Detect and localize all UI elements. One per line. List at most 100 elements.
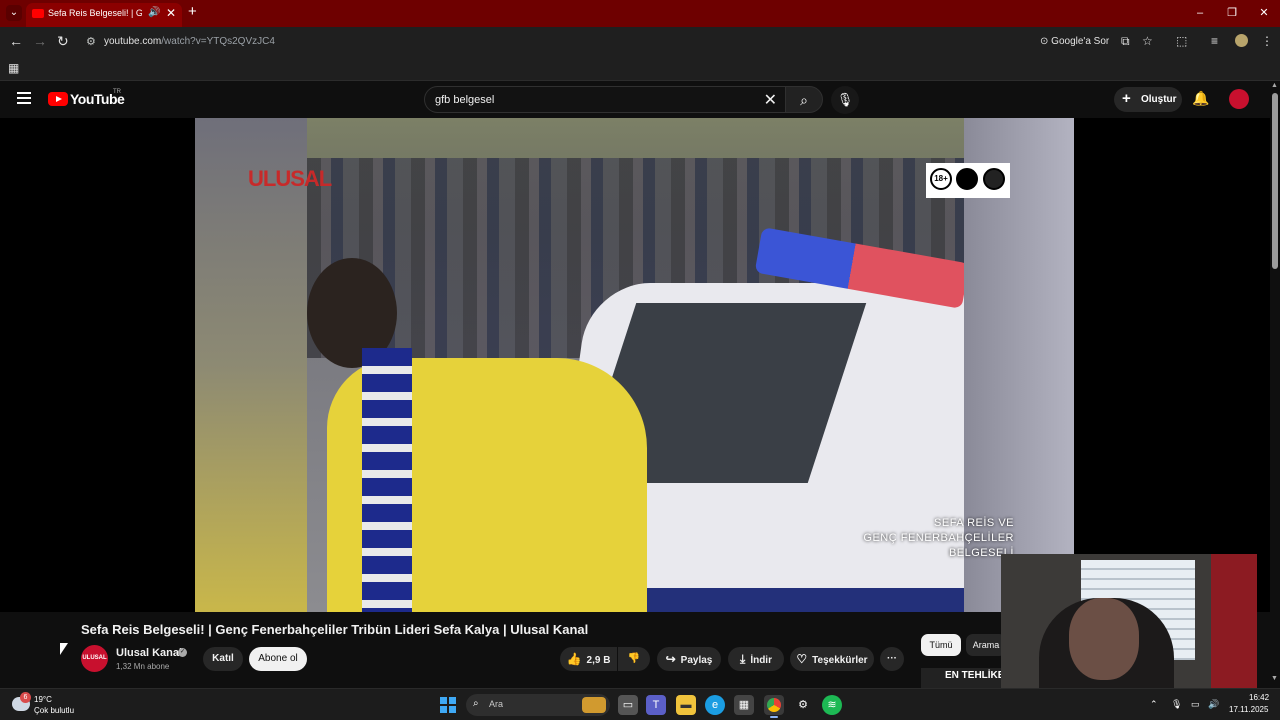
bookmark-star-icon[interactable]: ☆	[1142, 34, 1153, 48]
thanks-heart-icon: ♡	[796, 652, 808, 666]
weather-temperature[interactable]: 19°C	[34, 695, 52, 704]
video-blur-left	[195, 118, 307, 612]
google-lens-label: Google'a Sor	[1051, 36, 1110, 47]
google-lens-button[interactable]: ⊙ Google'a Sor	[1040, 36, 1109, 47]
chrome-icon[interactable]	[764, 695, 784, 718]
edge-icon[interactable]: e	[705, 695, 725, 715]
store-icon[interactable]: ▦	[734, 695, 754, 715]
video-title: Sefa Reis Belgeseli! | Genç Fenerbahçeli…	[81, 622, 589, 637]
search-query[interactable]: gfb belgesel	[435, 94, 494, 106]
tray-overflow-icon[interactable]: ⌃	[1150, 699, 1158, 710]
no-entry-icon	[956, 168, 978, 190]
tab-close-icon[interactable]: ✕	[166, 6, 176, 20]
webcam-person-head	[1069, 598, 1139, 680]
browser-tab-strip: ⌄ Sefa Reis Belgeseli! | Genç F 🔊 ✕ + – …	[0, 0, 1280, 27]
youtube-favicon-icon	[32, 9, 44, 18]
file-explorer-icon[interactable]: ▬	[676, 695, 696, 715]
subscriber-count: 1,32 Mn abone	[116, 662, 170, 671]
like-button[interactable]: 👍 2,9 B	[560, 647, 617, 671]
cast-icon[interactable]: ⧉	[1121, 34, 1130, 49]
minimize-button[interactable]: –	[1184, 0, 1216, 27]
bookmarks-bar: ▦	[0, 57, 1280, 81]
video-player[interactable]: ULUSAL 18+ SEFA REİS VE GENÇ FENERBAHÇEL…	[0, 118, 1270, 612]
share-label: Paylaş	[680, 655, 713, 666]
violence-icon	[983, 168, 1005, 190]
tab-search-menu-icon[interactable]: ⌄	[6, 5, 22, 21]
weather-description[interactable]: Çok bulutlu	[34, 706, 74, 715]
search-button[interactable]: ⌕	[785, 86, 823, 113]
browser-menu-icon[interactable]: ⋮	[1261, 34, 1273, 48]
apps-grid-icon[interactable]: ▦	[8, 61, 19, 75]
thumbs-up-icon: 👍	[566, 652, 582, 666]
mouse-cursor-icon	[60, 643, 68, 655]
account-avatar[interactable]	[1229, 89, 1249, 109]
content-rating-icons: 18+	[926, 163, 1010, 198]
webcam-overlay	[1001, 554, 1257, 700]
reload-icon[interactable]: ↻	[57, 33, 69, 50]
fan-scarf	[362, 348, 412, 612]
channel-name[interactable]: Ulusal Kanal	[116, 647, 182, 659]
steam-icon[interactable]: ⚙	[793, 695, 813, 715]
youtube-logo-icon[interactable]	[48, 92, 68, 106]
tray-mic-icon[interactable]: 🎙	[1171, 699, 1182, 710]
scroll-up-icon[interactable]: ▲	[1271, 82, 1278, 89]
thanks-label: Teşekkürler	[812, 655, 868, 666]
chip-all[interactable]: Tümü	[921, 634, 961, 656]
spotify-icon[interactable]: ≋	[822, 695, 842, 715]
recommended-video-title: EN TEHLİKE	[945, 670, 1003, 681]
clock-time[interactable]: 16:42	[1249, 693, 1269, 702]
tray-network-icon[interactable]: ▭	[1191, 699, 1200, 710]
channel-watermark: ULUSAL	[248, 166, 332, 191]
join-button[interactable]: Katıl	[203, 647, 243, 671]
police-car-stripe	[637, 588, 964, 612]
forward-icon[interactable]: →	[33, 33, 47, 49]
scroll-down-icon[interactable]: ▼	[1271, 675, 1278, 682]
scrollbar-thumb[interactable]	[1272, 93, 1278, 269]
teams-icon[interactable]: T	[646, 695, 666, 715]
voice-search-button[interactable]: 🎙	[831, 86, 859, 114]
url-text[interactable]: youtube.com/watch?v=YTQs2QVzJC4	[104, 36, 275, 47]
dislike-button[interactable]: 👎	[618, 647, 650, 671]
recommended-video-thumbnail[interactable]: EN TEHLİKE	[921, 668, 1003, 688]
video-overlay-title: SEFA REİS VE GENÇ FENERBAHÇELİLER BELGES…	[820, 516, 1014, 561]
new-tab-button[interactable]: +	[188, 3, 197, 20]
webcam-flag	[1211, 554, 1257, 700]
youtube-masthead: YouTube TR gfb belgesel ✕ ⌕ 🎙 + Oluştur …	[0, 81, 1270, 118]
browser-toolbar: ← → ↻ ⚙ youtube.com/watch?v=YTQs2QVzJC4 …	[0, 27, 1280, 57]
chip-search[interactable]: Arama	[966, 634, 1006, 656]
download-label: İndir	[750, 655, 772, 666]
clock-date[interactable]: 17.11.2025	[1229, 705, 1268, 714]
task-view-icon[interactable]: ▭	[618, 695, 638, 715]
start-button[interactable]	[440, 697, 456, 713]
subscribe-button[interactable]: Abone ol	[249, 647, 307, 671]
create-button[interactable]: + Oluştur	[1114, 87, 1182, 112]
country-code: TR	[113, 89, 121, 95]
search-input[interactable]: gfb belgesel ✕	[424, 86, 786, 113]
guide-menu-icon[interactable]	[17, 92, 31, 104]
tab-audio-icon[interactable]: 🔊	[148, 7, 160, 18]
clear-search-icon[interactable]: ✕	[764, 90, 777, 110]
restore-button[interactable]: ❐	[1216, 0, 1248, 27]
page-scrollbar[interactable]: ▲ ▼	[1270, 81, 1280, 688]
download-button[interactable]: ⤓ İndir	[728, 647, 784, 671]
url-host: youtube.com	[104, 36, 162, 47]
media-controls-icon[interactable]: ≡	[1211, 34, 1218, 48]
taskbar-search[interactable]: ⌕ Ara	[466, 694, 610, 716]
browser-tab-active[interactable]: Sefa Reis Belgeseli! | Genç F 🔊 ✕	[26, 3, 182, 27]
create-label: Oluştur	[1141, 94, 1177, 105]
close-window-button[interactable]: ✕	[1248, 0, 1280, 27]
profile-avatar-icon[interactable]	[1235, 34, 1248, 47]
thanks-button[interactable]: ♡ Teşekkürler	[790, 647, 874, 671]
more-actions-button[interactable]: ···	[880, 647, 904, 671]
search-highlight-icon	[582, 697, 606, 713]
extensions-icon[interactable]: ⬚	[1176, 34, 1187, 48]
channel-avatar[interactable]: ULUSAL	[81, 645, 108, 672]
tray-volume-icon[interactable]: 🔊	[1208, 699, 1219, 710]
address-bar[interactable]: ⚙ youtube.com/watch?v=YTQs2QVzJC4	[80, 31, 1030, 53]
back-icon[interactable]: ←	[9, 33, 23, 49]
site-info-icon[interactable]: ⚙	[86, 35, 96, 48]
taskbar-search-placeholder: Ara	[489, 699, 504, 709]
notifications-bell-icon[interactable]: 🔔	[1192, 90, 1209, 107]
share-button[interactable]: ↪ Paylaş	[657, 647, 721, 671]
weather-badge: 6	[20, 692, 31, 703]
